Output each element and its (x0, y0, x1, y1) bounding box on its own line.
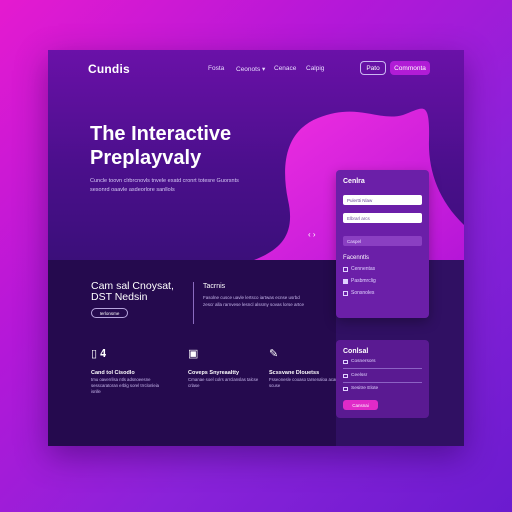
row-divider (343, 368, 422, 369)
nav-item-3[interactable]: Cenace (274, 65, 296, 72)
checkbox-icon[interactable] (343, 290, 348, 296)
side-text: Fasolne cusce uavle lertsco iartwas ecns… (203, 295, 305, 307)
cta-button[interactable]: Commonta (390, 61, 430, 75)
feature-title-3: Scssvane Dlouetss (269, 370, 320, 376)
contact-row-label-1: Cosnersors (351, 359, 376, 364)
carousel-arrows-icon[interactable]: ‹ › (308, 230, 316, 239)
checkbox-option-2[interactable]: Pasbmrclig (343, 278, 376, 284)
row-divider (343, 382, 422, 383)
hero-title: The Interactive Preplayvaly (90, 122, 231, 170)
checkbox-option-1[interactable]: Cennentas (343, 266, 375, 272)
phone-icon (343, 373, 348, 378)
login-button[interactable]: Pato (360, 61, 386, 75)
nav-item-2[interactable]: Ceonots ▾ (236, 65, 265, 73)
checkbox-checked-icon[interactable] (343, 278, 348, 284)
learn-more-pill-button[interactable]: Ierlonsme (91, 308, 128, 318)
mail-icon (343, 359, 348, 364)
hero-title-line1: The Interactive (90, 123, 232, 145)
checkbox-icon[interactable] (343, 266, 348, 272)
email-input[interactable]: Elbrarl arcs (343, 213, 422, 223)
feature-text-1: tmu oaverrilsa ntls adsnoeesne sesscarat… (91, 377, 160, 394)
contact-card-title: Conlsal (343, 348, 369, 355)
name-input[interactable]: Pulertti Nlaw (343, 195, 422, 205)
checkbox-label-2: Pasbmrclig (351, 278, 376, 284)
checkbox-label-3: Sonsnoles (351, 290, 375, 296)
nav-item-1[interactable]: Fosta (208, 65, 224, 72)
contact-row-3[interactable]: Sesitre Elote (343, 386, 378, 391)
hero-subtitle: Cuncle toovn clrbrcnovls tnvele exatd cr… (90, 178, 239, 193)
checkbox-option-3[interactable]: Sonsnoles (343, 290, 374, 296)
nav-item-4[interactable]: Calpig (306, 65, 324, 72)
password-input[interactable]: Caspel (343, 236, 422, 246)
brand-logo[interactable]: Cundis (88, 62, 130, 76)
section-heading-line2: DST Nedsin (91, 291, 148, 303)
hero-title-line2: Preplayvaly (90, 147, 202, 169)
mobile-icon: ▯ 𝟒 (91, 348, 107, 360)
signup-form-panel: Cenlra Pulertti Nlaw Elbrarl arcs Caspel… (336, 170, 429, 318)
location-icon (343, 386, 348, 391)
contact-row-label-3: Sesitre Elote (351, 386, 379, 391)
options-heading: Facenntls (343, 255, 370, 261)
contact-submit-button[interactable]: Cansnai (343, 400, 378, 410)
contact-row-1[interactable]: Cosnersors (343, 359, 376, 364)
section-heading: Cam sal Cnoysat, DST Nedsin (91, 281, 174, 303)
contact-row-2[interactable]: Ceelssr (343, 373, 367, 378)
feature-title-1: Cand tol Cisodlo (91, 370, 135, 376)
vertical-divider (193, 282, 194, 324)
side-title: Tacrnis (203, 283, 226, 290)
contact-row-label-2: Ceelssr (351, 373, 368, 378)
contact-card: Conlsal Cosnersors Ceelssr Sesitre Elote… (336, 340, 429, 418)
pencil-icon: ✎ (269, 348, 279, 360)
feature-text-2: Crnanae soel colrs arrclanslas talcse cr… (188, 377, 259, 388)
feature-title-2: Coveps Snyreaaltty (188, 370, 240, 376)
form-title: Cenlra (343, 178, 365, 185)
checkbox-label-1: Cennentas (351, 266, 376, 272)
document-icon: ▣ (188, 348, 199, 360)
landing-page-mockup: Cundis Fosta Ceonots ▾ Cenace Calpig Pat… (48, 50, 464, 446)
